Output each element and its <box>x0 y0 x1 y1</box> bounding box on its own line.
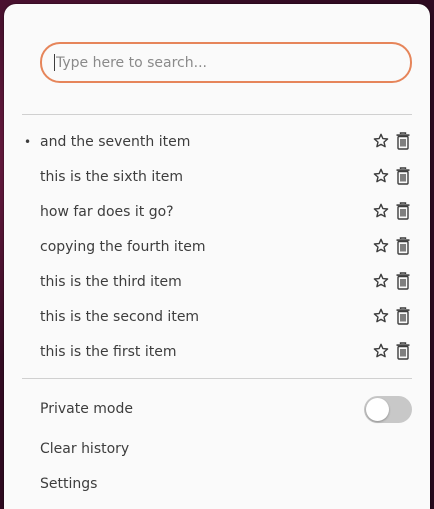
history-item[interactable]: • and the seventh item <box>4 124 430 159</box>
trash-icon[interactable] <box>395 342 411 360</box>
star-outline-icon[interactable] <box>373 343 389 359</box>
text-cursor <box>54 54 55 71</box>
history-item-label: this is the second item <box>40 308 200 325</box>
separator <box>22 378 412 379</box>
history-item-label: this is the first item <box>40 343 177 360</box>
star-outline-icon[interactable] <box>373 238 389 254</box>
trash-icon[interactable] <box>395 202 411 220</box>
trash-icon[interactable] <box>395 237 411 255</box>
history-item-label: and the seventh item <box>40 133 191 150</box>
history-item[interactable]: copying the fourth item <box>4 229 430 264</box>
history-item-label: how far does it go? <box>40 203 174 220</box>
search-field[interactable] <box>40 42 412 83</box>
history-item-label: copying the fourth item <box>40 238 206 255</box>
trash-icon[interactable] <box>395 272 411 290</box>
search-input[interactable] <box>56 54 386 71</box>
clipboard-history-popup: • and the seventh item this is the sixth… <box>4 4 430 509</box>
star-outline-icon[interactable] <box>373 168 389 184</box>
star-outline-icon[interactable] <box>373 203 389 219</box>
separator <box>22 114 412 115</box>
trash-icon[interactable] <box>395 307 411 325</box>
clear-history-button[interactable]: Clear history <box>40 441 129 457</box>
private-mode-label[interactable]: Private mode <box>40 401 133 417</box>
history-item[interactable]: how far does it go? <box>4 194 430 229</box>
trash-icon[interactable] <box>395 167 411 185</box>
history-item-label: this is the sixth item <box>40 168 183 185</box>
star-outline-icon[interactable] <box>373 308 389 324</box>
history-item-label: this is the third item <box>40 273 182 290</box>
history-item[interactable]: this is the third item <box>4 264 430 299</box>
history-item[interactable]: this is the first item <box>4 334 430 369</box>
toggle-knob <box>366 398 389 421</box>
history-list: • and the seventh item this is the sixth… <box>4 124 430 369</box>
star-outline-icon[interactable] <box>373 273 389 289</box>
history-item[interactable]: this is the second item <box>4 299 430 334</box>
private-mode-toggle[interactable] <box>364 396 412 423</box>
history-item[interactable]: this is the sixth item <box>4 159 430 194</box>
current-item-marker: • <box>24 135 32 149</box>
settings-button[interactable]: Settings <box>40 476 97 492</box>
trash-icon[interactable] <box>395 132 411 150</box>
star-outline-icon[interactable] <box>373 133 389 149</box>
